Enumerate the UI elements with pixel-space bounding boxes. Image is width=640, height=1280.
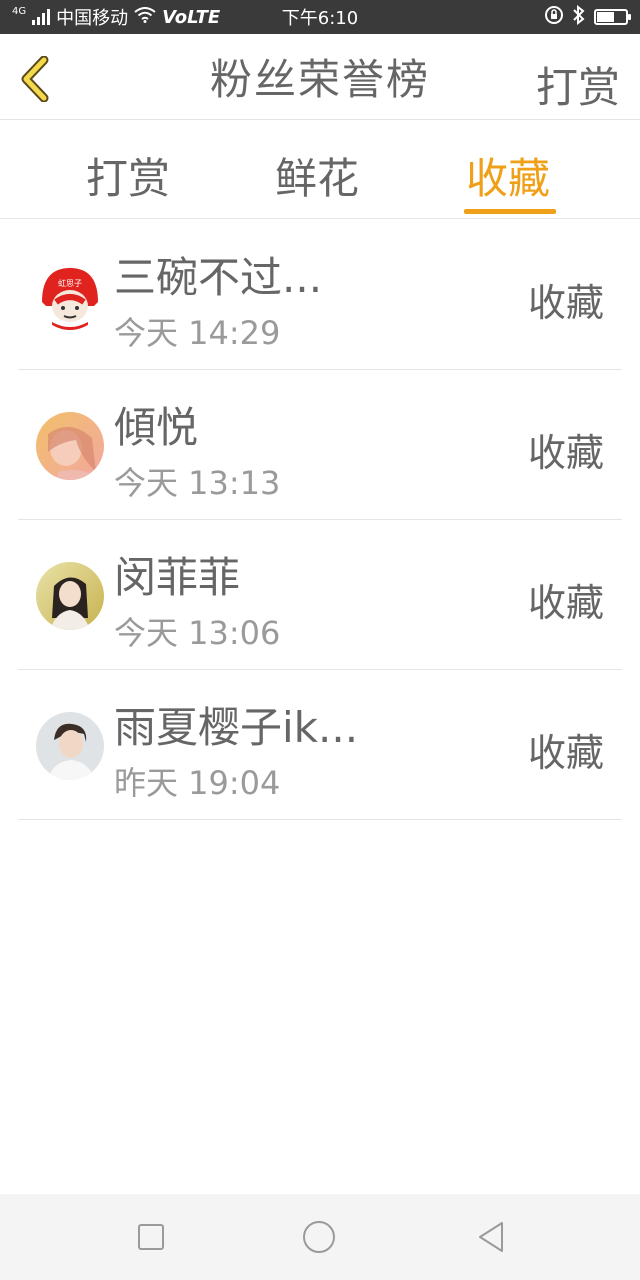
avatar: 虹思子 [36,262,104,330]
status-bar: 4G 中国移动 VoLTE 下午6:10 [0,0,640,34]
action-label: 收藏 [527,731,604,775]
fan-list: 虹思子 三碗不过... 今天 14:29 收藏 傾悦 今天 13:13 收藏 闵… [18,220,622,820]
fan-name: 雨夏樱子ik... [114,703,359,752]
volte-label: VoLTE [162,6,221,28]
header: 粉丝荣誉榜 打赏 [0,34,640,120]
tab-flowers[interactable]: 鲜花 [275,145,359,206]
avatar [36,562,104,630]
wifi-icon [134,6,156,28]
bluetooth-icon [572,4,586,30]
action-label: 收藏 [527,581,604,625]
battery-icon [594,9,631,25]
status-left: 4G 中国移动 VoLTE [12,4,220,30]
tab-favorites[interactable]: 收藏 [466,145,550,206]
tab-reward[interactable]: 打赏 [86,145,170,206]
list-item[interactable]: 雨夏樱子ik... 昨天 19:04 收藏 [18,670,622,820]
network-type: 4G [12,5,27,17]
fan-time: 昨天 19:04 [114,764,281,802]
rotation-lock-icon [544,5,564,30]
home-button[interactable] [302,1220,336,1254]
active-tab-indicator [464,209,556,214]
fan-name: 闵菲菲 [114,553,241,602]
avatar [36,712,104,780]
fan-name: 傾悦 [114,403,199,452]
recent-apps-button[interactable] [134,1220,168,1254]
status-right [544,4,631,30]
list-item[interactable]: 闵菲菲 今天 13:06 收藏 [18,520,622,670]
fan-name: 三碗不过... [114,253,323,302]
triangle-back-icon [479,1222,503,1252]
tab-bar: 打赏 鲜花 收藏 [0,121,640,219]
fan-time: 今天 13:06 [114,614,281,652]
circle-icon [303,1221,335,1253]
action-label: 收藏 [527,281,604,325]
battery-fill [597,12,614,22]
avatar [36,412,104,480]
back-nav-button[interactable] [474,1220,508,1254]
navigation-bar [0,1194,640,1280]
fan-time: 今天 14:29 [114,314,281,352]
action-label: 收藏 [527,431,604,475]
square-icon [138,1224,164,1250]
carrier-name: 中国移动 [56,8,129,29]
svg-text:虹思子: 虹思子 [58,279,82,288]
list-item[interactable]: 虹思子 三碗不过... 今天 14:29 收藏 [18,220,622,370]
list-item[interactable]: 傾悦 今天 13:13 收藏 [18,370,622,520]
signal-icon [32,9,51,25]
reward-button[interactable]: 打赏 [536,54,620,115]
fan-time: 今天 13:13 [114,464,281,502]
